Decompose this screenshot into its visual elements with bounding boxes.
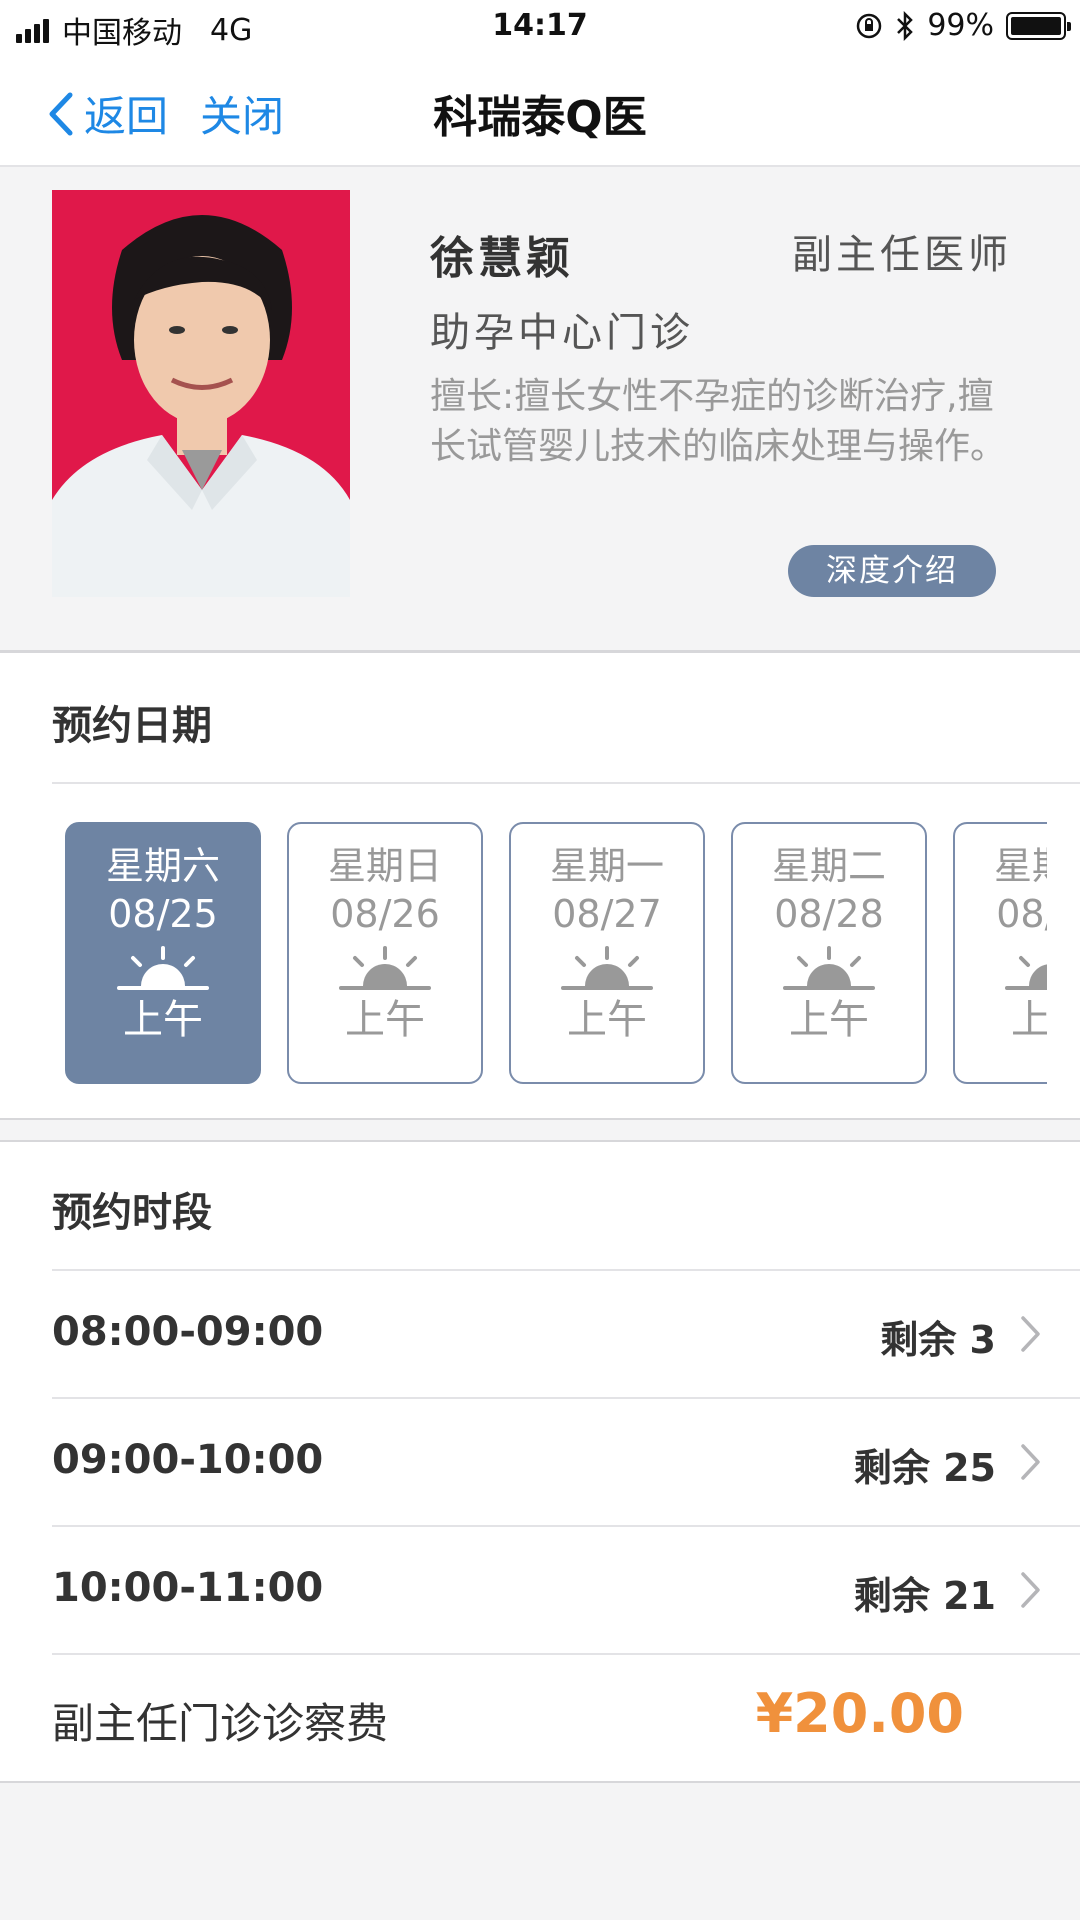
status-right: 99% bbox=[843, 8, 1071, 43]
doctor-name: 徐慧颖 bbox=[430, 233, 574, 284]
page-title: 科瑞泰Q医 bbox=[433, 92, 647, 143]
date-card[interactable]: 星期二 08/28 上午 bbox=[731, 822, 927, 1084]
date-value: 08/26 bbox=[330, 892, 440, 936]
slot-time: 08:00-09:00 bbox=[52, 1309, 324, 1355]
date-card[interactable]: 星期六 08/25 上午 bbox=[65, 822, 261, 1084]
doctor-photo bbox=[52, 190, 350, 597]
date-value: 08/27 bbox=[552, 892, 662, 936]
time-slot-row[interactable]: 10:00-11:00 剩余 21 bbox=[52, 1527, 1080, 1655]
doctor-card: 徐慧颖 副主任医师 助孕中心门诊 擅长:擅长女性不孕症的诊断治疗,擅长试管婴儿技… bbox=[0, 167, 1080, 653]
time-slot-row[interactable]: 09:00-10:00 剩余 25 bbox=[52, 1399, 1080, 1527]
chevron-right-icon bbox=[1021, 1316, 1040, 1352]
doctor-department: 助孕中心门诊 bbox=[430, 310, 694, 356]
battery-fill bbox=[1011, 16, 1061, 35]
battery-percent: 99% bbox=[927, 8, 994, 43]
battery-icon bbox=[1006, 11, 1071, 40]
slot-remaining: 剩余 21 bbox=[853, 1574, 996, 1618]
date-scroller[interactable]: 星期六 08/25 上午 星期日 08/26 上午 星期一 08/27 上午 星… bbox=[52, 822, 1047, 1084]
chevron-right-icon bbox=[1021, 1572, 1040, 1608]
slot-remaining: 剩余 3 bbox=[880, 1318, 996, 1362]
status-bar: 中国移动 4G 14:17 99% bbox=[0, 0, 1080, 55]
date-card[interactable]: 星期一 08/27 上午 bbox=[509, 822, 705, 1084]
date-track: 星期六 08/25 上午 星期日 08/26 上午 星期一 08/27 上午 星… bbox=[65, 822, 1047, 1084]
time-section: 预约时段 08:00-09:00 剩余 3 09:00-10:00 剩余 25 … bbox=[0, 1140, 1080, 1783]
divider bbox=[52, 782, 1080, 784]
date-value: 08/25 bbox=[108, 892, 218, 936]
sunrise-icon bbox=[117, 946, 209, 990]
doctor-title: 副主任医师 bbox=[792, 232, 1012, 278]
divider bbox=[52, 1653, 1080, 1655]
chevron-right-icon bbox=[1021, 1444, 1040, 1480]
intro-button[interactable]: 深度介绍 bbox=[788, 545, 996, 597]
date-period: 上午 bbox=[123, 997, 203, 1043]
date-period: 上午 bbox=[1011, 997, 1047, 1043]
fee-value: ¥20.00 bbox=[755, 1682, 964, 1745]
date-value: 08/28 bbox=[774, 892, 884, 936]
bluetooth-icon bbox=[897, 10, 914, 41]
sunrise-icon bbox=[1005, 946, 1047, 990]
date-weekday: 星期一 bbox=[549, 844, 664, 888]
date-weekday: 星期日 bbox=[327, 844, 442, 888]
date-weekday: 星期三 bbox=[993, 844, 1047, 888]
slot-time: 10:00-11:00 bbox=[52, 1565, 324, 1611]
sunrise-icon bbox=[339, 946, 431, 990]
slot-time: 09:00-10:00 bbox=[52, 1437, 324, 1483]
date-value: 08/29 bbox=[996, 892, 1047, 936]
nav-bar: 返回 关闭 科瑞泰Q医 bbox=[0, 55, 1080, 167]
orientation-lock-icon bbox=[857, 13, 882, 38]
date-period: 上午 bbox=[789, 997, 869, 1043]
doctor-description: 擅长:擅长女性不孕症的诊断治疗,擅长试管婴儿技术的临床处理与操作。 bbox=[430, 376, 1007, 467]
date-section-title: 预约日期 bbox=[52, 703, 212, 749]
date-section: 预约日期 星期六 08/25 上午 星期日 08/26 上午 星期一 08/27… bbox=[0, 653, 1080, 1120]
fee-label: 副主任门诊诊察费 bbox=[52, 1699, 389, 1748]
time-slot-row[interactable]: 08:00-09:00 剩余 3 bbox=[52, 1271, 1080, 1399]
time-section-title: 预约时段 bbox=[52, 1190, 212, 1236]
date-weekday: 星期二 bbox=[771, 844, 886, 888]
date-card[interactable]: 星期日 08/26 上午 bbox=[287, 822, 483, 1084]
sunrise-icon bbox=[561, 946, 653, 990]
date-weekday: 星期六 bbox=[105, 844, 220, 888]
sunrise-icon bbox=[783, 946, 875, 990]
slot-remaining: 剩余 25 bbox=[853, 1446, 996, 1490]
date-period: 上午 bbox=[345, 997, 425, 1043]
date-card[interactable]: 星期三 08/29 上午 bbox=[953, 822, 1047, 1084]
date-period: 上午 bbox=[567, 997, 647, 1043]
